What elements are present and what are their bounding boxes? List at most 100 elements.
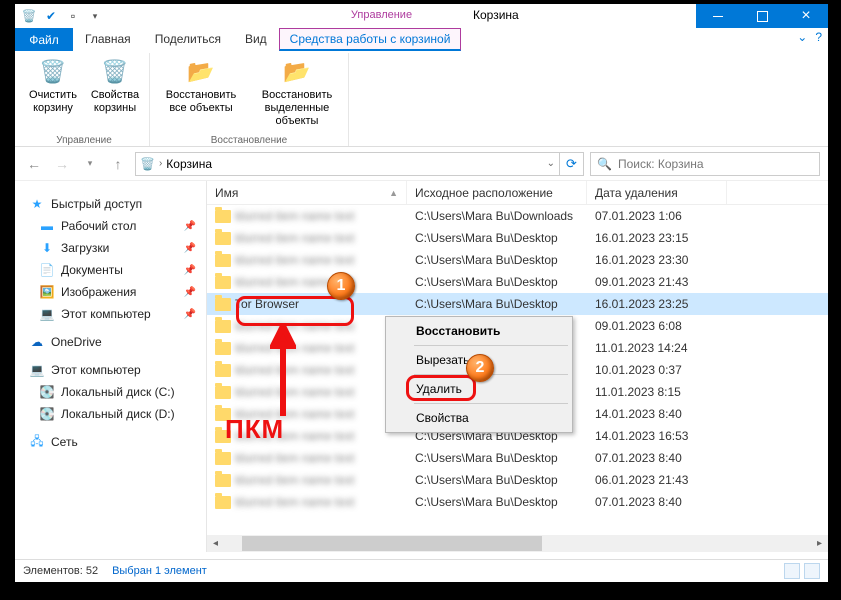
empty-recycle-label: Очистить корзину	[25, 89, 81, 115]
qat-check-icon[interactable]: ✔	[41, 6, 61, 26]
file-row[interactable]: blurred item name textC:\Users\Mara Bu\D…	[207, 469, 828, 491]
contextual-tab-label: Управление	[290, 4, 473, 26]
restore-sel-icon: 📂	[283, 55, 310, 89]
sidebar-diskd-label: Локальный диск (D:)	[61, 407, 175, 421]
sidebar-quick-access[interactable]: ★ Быстрый доступ	[17, 193, 204, 215]
ribbon-tabs: Файл Главная Поделиться Вид Средства раб…	[15, 28, 828, 51]
file-row[interactable]: blurred item name textC:\Users\Mara Bu\D…	[207, 271, 828, 293]
tab-file[interactable]: Файл	[15, 28, 73, 51]
group-manage-label: Управление	[25, 135, 143, 146]
recycle-props-button[interactable]: 🗑️ Свойства корзины	[87, 53, 143, 132]
sidebar-thispc[interactable]: 💻 Этот компьютер	[17, 359, 204, 381]
ctx-delete[interactable]: Удалить	[388, 378, 570, 400]
maximize-button[interactable]	[740, 4, 784, 28]
sort-asc-icon: ▲	[389, 188, 398, 198]
help-icon[interactable]: ?	[815, 30, 822, 44]
ctx-properties[interactable]: Свойства	[388, 407, 570, 429]
pictures-icon: 🖼️	[39, 284, 55, 300]
chevron-right-icon: ›	[159, 158, 162, 169]
file-name-text: blurred item name text	[235, 231, 354, 245]
refresh-button[interactable]: ⟳	[560, 152, 584, 176]
horizontal-scrollbar[interactable]: ◂ ▸	[207, 535, 828, 552]
file-name-text: blurred item name text	[235, 451, 354, 465]
tab-view[interactable]: Вид	[233, 28, 279, 51]
scroll-left-icon[interactable]: ◂	[207, 535, 224, 552]
tab-share[interactable]: Поделиться	[143, 28, 233, 51]
file-row[interactable]: blurred item name textC:\Users\Mara Bu\D…	[207, 491, 828, 513]
sidebar-documents[interactable]: 📄 Документы 📌	[17, 259, 204, 281]
sidebar-documents-label: Документы	[61, 263, 123, 277]
up-button[interactable]: ↑	[107, 153, 129, 175]
forward-button[interactable]: →	[51, 153, 73, 175]
view-large-button[interactable]	[804, 563, 820, 579]
folder-icon	[215, 254, 231, 267]
empty-recycle-button[interactable]: 🗑️ Очистить корзину	[25, 53, 81, 132]
sidebar-network[interactable]: 🖧 Сеть	[17, 431, 204, 453]
ctx-restore[interactable]: Восстановить	[388, 320, 570, 342]
folder-icon	[215, 386, 231, 399]
scroll-right-icon[interactable]: ▸	[811, 535, 828, 552]
file-name-cell: blurred item name text	[207, 363, 407, 377]
view-details-button[interactable]	[784, 563, 800, 579]
sidebar-desktop[interactable]: ▬ Рабочий стол 📌	[17, 215, 204, 237]
restore-all-icon: 📂	[187, 55, 214, 89]
separator	[414, 403, 568, 404]
sidebar-downloads[interactable]: ⬇ Загрузки 📌	[17, 237, 204, 259]
file-name-text: blurred item name text	[235, 429, 354, 443]
close-button[interactable]: ×	[784, 4, 828, 28]
pin-icon: 📌	[184, 265, 196, 276]
file-date-cell: 16.01.2023 23:25	[587, 297, 727, 311]
col-name[interactable]: Имя▲	[207, 181, 407, 204]
qat-dropdown-icon[interactable]: ▾	[85, 6, 105, 26]
file-row[interactable]: blurred item name textC:\Users\Mara Bu\D…	[207, 447, 828, 469]
tab-home[interactable]: Главная	[73, 28, 143, 51]
file-name-cell: blurred item name text	[207, 385, 407, 399]
ribbon-collapse-icon[interactable]: ⌄	[797, 30, 807, 44]
sidebar-desktop-label: Рабочий стол	[61, 219, 136, 233]
breadcrumb[interactable]: 🗑️ › Корзина ⌄	[135, 152, 560, 176]
file-date-cell: 14.01.2023 16:53	[587, 429, 727, 443]
status-selection: Выбран 1 элемент	[112, 565, 207, 577]
file-location-cell: C:\Users\Mara Bu\Desktop	[407, 297, 587, 311]
file-row[interactable]: blurred item name textC:\Users\Mara Bu\D…	[207, 249, 828, 271]
restore-selected-button[interactable]: 📂 Восстановить выделенные объекты	[252, 53, 342, 132]
file-row[interactable]: Tor BrowserC:\Users\Mara Bu\Desktop16.01…	[207, 293, 828, 315]
folder-icon	[215, 474, 231, 487]
file-name-cell: blurred item name text	[207, 231, 407, 245]
sidebar-onedrive[interactable]: ☁ OneDrive	[17, 331, 204, 353]
scrollbar-thumb[interactable]	[242, 536, 542, 551]
disk-icon: 💽	[39, 384, 55, 400]
qat-recycle-icon[interactable]: 🗑️	[19, 6, 39, 26]
qat-save-icon[interactable]: ▫	[63, 6, 83, 26]
file-name-cell: blurred item name text	[207, 319, 407, 333]
separator	[414, 374, 568, 375]
file-location-cell: C:\Users\Mara Bu\Desktop	[407, 495, 587, 509]
minimize-button[interactable]	[696, 4, 740, 28]
sidebar-pictures[interactable]: 🖼️ Изображения 📌	[17, 281, 204, 303]
tab-recycle-tools[interactable]: Средства работы с корзиной	[279, 28, 462, 51]
file-name-cell: blurred item name text	[207, 253, 407, 267]
disk-icon: 💽	[39, 406, 55, 422]
sidebar-thispc-pin[interactable]: 💻 Этот компьютер 📌	[17, 303, 204, 325]
file-date-cell: 10.01.2023 0:37	[587, 363, 727, 377]
file-name-text: blurred item name text	[235, 341, 354, 355]
ctx-cut[interactable]: Вырезать	[388, 349, 570, 371]
history-dropdown[interactable]: ▾	[79, 153, 101, 175]
sidebar-disk-d[interactable]: 💽 Локальный диск (D:)	[17, 403, 204, 425]
file-date-cell: 16.01.2023 23:15	[587, 231, 727, 245]
file-date-cell: 06.01.2023 21:43	[587, 473, 727, 487]
restore-all-button[interactable]: 📂 Восстановить все объекты	[156, 53, 246, 132]
file-row[interactable]: blurred item name textC:\Users\Mara Bu\D…	[207, 205, 828, 227]
col-location[interactable]: Исходное расположение	[407, 181, 587, 204]
sidebar-disk-c[interactable]: 💽 Локальный диск (C:)	[17, 381, 204, 403]
sidebar-onedrive-label: OneDrive	[51, 335, 102, 349]
back-button[interactable]: ←	[23, 153, 45, 175]
chevron-down-icon[interactable]: ⌄	[547, 158, 555, 169]
file-row[interactable]: blurred item name textC:\Users\Mara Bu\D…	[207, 227, 828, 249]
col-date[interactable]: Дата удаления	[587, 181, 727, 204]
folder-icon	[215, 364, 231, 377]
search-input[interactable]: 🔍 Поиск: Корзина	[590, 152, 820, 176]
status-bar: Элементов: 52 Выбран 1 элемент	[15, 559, 828, 582]
restore-sel-label: Восстановить выделенные объекты	[252, 89, 342, 129]
file-name-cell: blurred item name text	[207, 451, 407, 465]
